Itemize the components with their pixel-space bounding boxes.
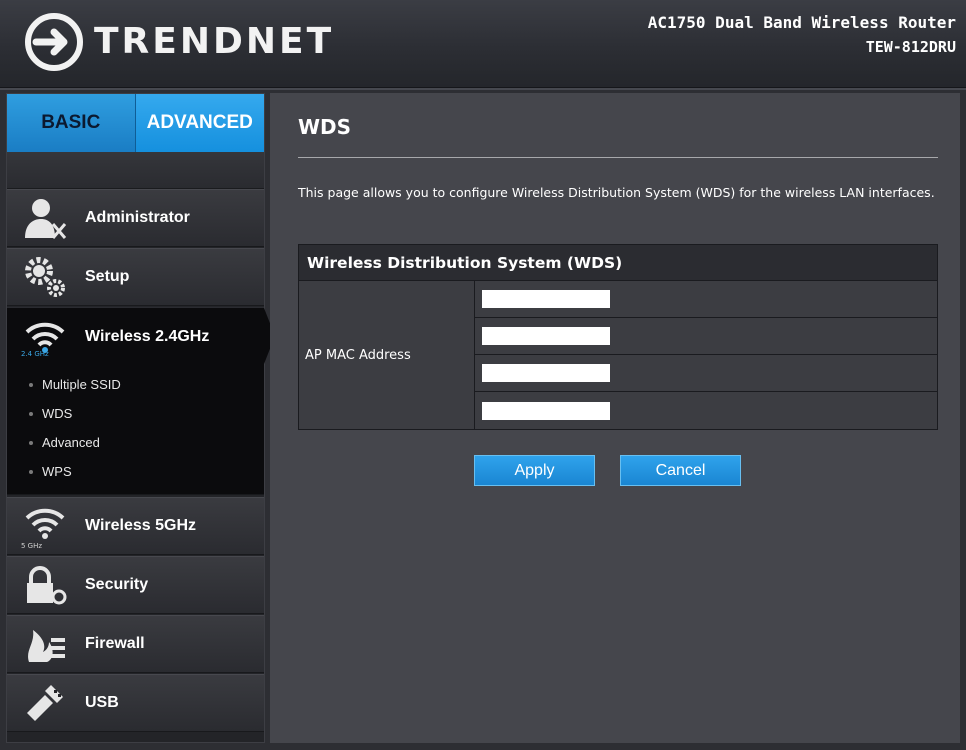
gears-icon	[25, 257, 65, 297]
trendnet-logo[interactable]: TRENDNET	[24, 10, 334, 74]
ap-mac-input-3[interactable]	[482, 364, 610, 382]
bullet-icon	[29, 411, 33, 416]
sidebar-item-label: Firewall	[85, 635, 145, 652]
ap-mac-inputs	[475, 281, 937, 429]
tab-advanced[interactable]: ADVANCED	[135, 94, 264, 152]
product-name: AC1750 Dual Band Wireless Router	[647, 13, 956, 32]
trendnet-logo-icon	[25, 13, 83, 71]
submenu-label: Advanced	[42, 435, 100, 450]
cancel-button[interactable]: Cancel	[620, 455, 741, 486]
brand-name: TRENDNET	[94, 21, 335, 62]
ap-mac-input-1[interactable]	[482, 290, 610, 308]
wds-table-header: Wireless Distribution System (WDS)	[299, 245, 937, 281]
wireless-2-4ghz-submenu: Multiple SSID WDS Advanced WPS	[7, 370, 264, 486]
sidebar-item-security[interactable]: Security	[7, 556, 264, 614]
sidebar-item-label: Security	[85, 576, 149, 593]
sidebar-item-usb[interactable]: USB	[7, 674, 264, 732]
product-model: TEW-812DRU	[865, 38, 956, 56]
table-row	[475, 355, 937, 392]
sidebar-item-wireless-5ghz[interactable]: 5 GHz Wireless 5GHz	[7, 497, 264, 555]
submenu-item-wps[interactable]: WPS	[7, 457, 264, 486]
submenu-item-multiple-ssid[interactable]: Multiple SSID	[7, 370, 264, 399]
content-panel: WDS This page allows you to configure Wi…	[270, 93, 960, 743]
administrator-icon	[25, 199, 67, 239]
header: TRENDNET AC1750 Dual Band Wireless Route…	[0, 0, 966, 88]
submenu-label: WPS	[42, 464, 72, 479]
apply-button[interactable]: Apply	[474, 455, 595, 486]
wifi-band-caption: 5 GHz	[21, 542, 43, 550]
ap-mac-label: AP MAC Address	[299, 281, 475, 429]
page-description: This page allows you to configure Wirele…	[298, 185, 935, 200]
submenu-item-advanced[interactable]: Advanced	[7, 428, 264, 457]
mode-tabs: BASIC ADVANCED	[7, 94, 264, 152]
sidebar-item-label: USB	[85, 694, 119, 711]
sidebar-spacer	[7, 152, 264, 189]
product-info: AC1750 Dual Band Wireless Router TEW-812…	[648, 12, 956, 58]
sidebar-item-label: Setup	[85, 268, 130, 285]
sidebar-item-administrator[interactable]: Administrator	[7, 189, 264, 247]
sidebar-item-label: Wireless 5GHz	[85, 517, 197, 534]
sidebar-item-label: Administrator	[85, 209, 190, 226]
wds-table-body: AP MAC Address	[299, 281, 937, 429]
submenu-item-wds[interactable]: WDS	[7, 399, 264, 428]
ap-mac-input-2[interactable]	[482, 327, 610, 345]
ap-mac-input-4[interactable]	[482, 401, 610, 420]
page-title: WDS	[298, 115, 352, 139]
sidebar-item-setup[interactable]: Setup	[7, 248, 264, 306]
wifi-band-caption: 2.4 GHz	[21, 350, 49, 358]
sidebar: BASIC ADVANCED Administrator Setup 2.4 G…	[6, 93, 275, 743]
padlock-key-icon	[27, 566, 67, 605]
submenu-label: WDS	[42, 406, 73, 421]
table-row	[475, 318, 937, 355]
bullet-icon	[29, 469, 33, 474]
tab-basic[interactable]: BASIC	[7, 94, 136, 152]
title-divider	[298, 157, 938, 158]
sidebar-item-label: Wireless 2.4GHz	[85, 328, 210, 345]
table-row	[475, 392, 937, 429]
table-row	[475, 281, 937, 318]
firewall-icon	[28, 630, 65, 662]
sidebar-item-firewall[interactable]: Firewall	[7, 615, 264, 673]
sidebar-item-wireless-2-4ghz[interactable]: 2.4 GHz Wireless 2.4GHz Multiple SSID WD…	[7, 307, 264, 495]
usb-icon	[27, 685, 63, 721]
submenu-label: Multiple SSID	[42, 377, 121, 392]
bullet-icon	[29, 440, 33, 445]
wds-table: Wireless Distribution System (WDS) AP MA…	[298, 244, 938, 430]
bullet-icon	[29, 382, 33, 387]
